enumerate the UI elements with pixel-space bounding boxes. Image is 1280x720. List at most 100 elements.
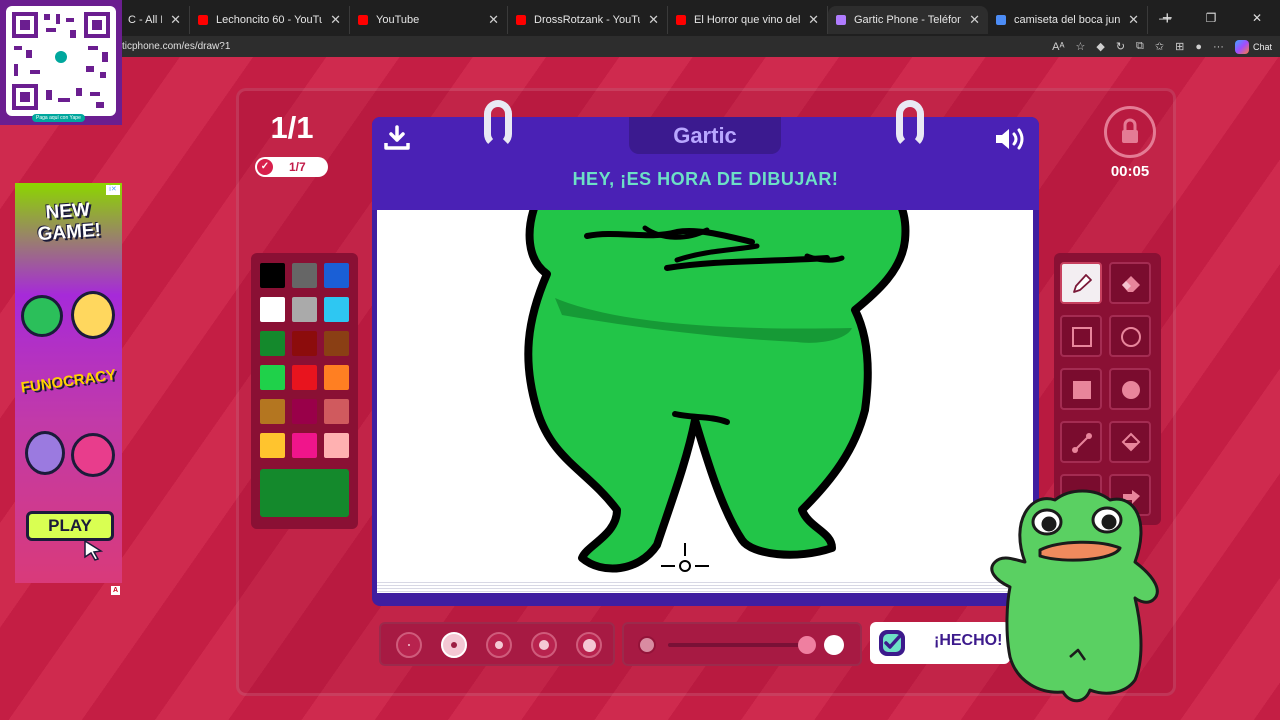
ad-info-icon[interactable]: i✕	[106, 185, 120, 195]
draw-prompt-headline: HEY, ¡ES HORA DE DIBUJAR!	[572, 169, 839, 189]
players-done-pill: ✓ 1/7	[255, 157, 328, 177]
opacity-slider[interactable]	[622, 622, 862, 666]
eraser-tool[interactable]	[1109, 262, 1151, 304]
ad-play-button[interactable]: PLAY	[26, 511, 114, 541]
color-swatch[interactable]	[324, 433, 349, 458]
color-palette	[251, 253, 358, 529]
rectangle-outline-tool[interactable]	[1060, 315, 1102, 357]
browser-tab[interactable]: DrossRotzank - YouTube ✕	[508, 6, 668, 34]
drawing-notebook: Gartic HEY, ¡ES HORA DE DIBUJAR!	[372, 100, 1039, 606]
color-swatch[interactable]	[324, 399, 349, 424]
opacity-handle[interactable]	[798, 636, 816, 654]
ellipse-outline-tool[interactable]	[1109, 315, 1151, 357]
download-icon[interactable]	[384, 125, 410, 151]
tab-close-icon[interactable]: ✕	[969, 12, 980, 28]
brush-size-selector	[379, 622, 615, 666]
line-tool[interactable]	[1060, 421, 1102, 463]
color-swatch[interactable]	[292, 263, 317, 288]
copilot-icon	[1234, 39, 1249, 54]
rectangle-filled-tool[interactable]	[1060, 368, 1102, 410]
fill-bucket-tool[interactable]	[1109, 421, 1151, 463]
tab-title: El Horror que vino del Mar: 3 CAS	[694, 14, 801, 26]
tab-close-icon[interactable]: ✕	[808, 12, 819, 28]
timer: 00:05	[1110, 163, 1150, 180]
color-swatch[interactable]	[260, 399, 285, 424]
fill-bucket-icon	[1121, 432, 1141, 452]
qr-code-overlay: Paga aquí con Yape	[0, 0, 122, 125]
brush-size-dot	[495, 641, 503, 649]
tab-favicon-icon	[836, 15, 846, 25]
check-icon: ✓	[257, 159, 273, 175]
color-swatch[interactable]	[292, 365, 317, 390]
color-swatch[interactable]	[324, 297, 349, 322]
minimize-button[interactable]: —	[1142, 11, 1188, 25]
ad-badge: A	[111, 586, 120, 595]
volume-icon[interactable]	[994, 126, 1028, 152]
color-swatch[interactable]	[260, 263, 285, 288]
tab-title: Gartic Phone - Teléfono Descomp	[854, 14, 962, 26]
tab-close-icon[interactable]: ✕	[330, 12, 341, 28]
extension-icon[interactable]: ◆	[1096, 40, 1104, 53]
brush-size-button[interactable]	[396, 632, 422, 658]
eraser-icon	[1122, 276, 1140, 292]
opacity-min-dot	[638, 636, 656, 654]
color-swatch[interactable]	[260, 365, 285, 390]
favorites-icon[interactable]: ✩	[1155, 40, 1164, 53]
close-window-button[interactable]: ✕	[1234, 11, 1280, 25]
line-icon	[1072, 433, 1092, 453]
collections-icon[interactable]: ⊞	[1175, 40, 1184, 53]
tab-title: C - All Bosses S	[128, 14, 162, 26]
ad-bearded-character	[25, 431, 65, 475]
ad-blonde-character	[71, 291, 115, 339]
copilot-chat-button[interactable]: Chat	[1234, 39, 1272, 54]
ellipse-filled-tool[interactable]	[1109, 368, 1151, 410]
browser-tab[interactable]: Gartic Phone - Teléfono Descomp ✕	[828, 6, 988, 34]
url-field[interactable]: ticphone.com/es/draw?1	[122, 41, 230, 52]
color-swatch[interactable]	[260, 331, 285, 356]
browser-tab[interactable]: Lechoncito 60 - YouTube ✕	[190, 6, 350, 34]
opacity-track	[668, 643, 808, 647]
restore-button[interactable]: ❐	[1188, 11, 1234, 25]
tab-close-icon[interactable]: ✕	[1128, 12, 1139, 28]
color-swatch[interactable]	[324, 331, 349, 356]
tab-title: camiseta del boca junior - Búsque	[1014, 14, 1121, 26]
lock-button[interactable]	[1104, 106, 1156, 158]
color-swatch[interactable]	[324, 365, 349, 390]
color-swatch[interactable]	[292, 297, 317, 322]
color-swatch[interactable]	[292, 433, 317, 458]
read-aloud-icon[interactable]: Aᴬ	[1052, 41, 1064, 53]
color-swatch[interactable]	[292, 331, 317, 356]
brush-size-dot	[451, 642, 457, 648]
frog-drawing	[524, 210, 910, 573]
browser-tab[interactable]: YouTube ✕	[350, 6, 508, 34]
brush-size-button[interactable]	[576, 632, 602, 658]
notebook-ring-right	[896, 100, 924, 148]
qr-code	[6, 6, 116, 116]
gartic-logo: Gartic	[629, 117, 781, 154]
browser-tab[interactable]: El Horror que vino del Mar: 3 CAS ✕	[668, 6, 828, 34]
color-swatch[interactable]	[260, 433, 285, 458]
brush-size-button[interactable]	[441, 632, 467, 658]
pencil-tool[interactable]	[1060, 262, 1102, 304]
ad-banner[interactable]: i✕ NEW GAME! FUNOCRACY PLAY	[15, 183, 122, 583]
brush-size-button[interactable]	[486, 632, 512, 658]
address-bar: ticphone.com/es/draw?1 Aᴬ ☆ ◆ ↻ ⧉ ✩ ⊞ ● …	[0, 36, 1280, 57]
color-swatch[interactable]	[324, 263, 349, 288]
profile-icon[interactable]: ●	[1195, 41, 1202, 53]
browser-tab[interactable]: C - All Bosses S ✕	[120, 6, 190, 34]
more-menu-icon[interactable]: ···	[1213, 41, 1224, 53]
color-swatch[interactable]	[292, 399, 317, 424]
brush-size-button[interactable]	[531, 632, 557, 658]
tab-close-icon[interactable]: ✕	[170, 12, 181, 28]
cursor-arrow-icon	[84, 539, 104, 561]
split-screen-icon[interactable]: ⧉	[1136, 40, 1144, 53]
favorite-star-icon[interactable]: ☆	[1075, 40, 1085, 53]
color-swatch[interactable]	[260, 297, 285, 322]
ad-thumbs-up-character	[21, 295, 63, 337]
drawing-canvas[interactable]	[377, 210, 1033, 586]
tab-close-icon[interactable]: ✕	[648, 12, 659, 28]
tab-favicon-icon	[996, 15, 1006, 25]
tab-close-icon[interactable]: ✕	[488, 12, 499, 28]
refresh-icon[interactable]: ↻	[1116, 40, 1125, 53]
browser-tab[interactable]: camiseta del boca junior - Búsque ✕	[988, 6, 1148, 34]
